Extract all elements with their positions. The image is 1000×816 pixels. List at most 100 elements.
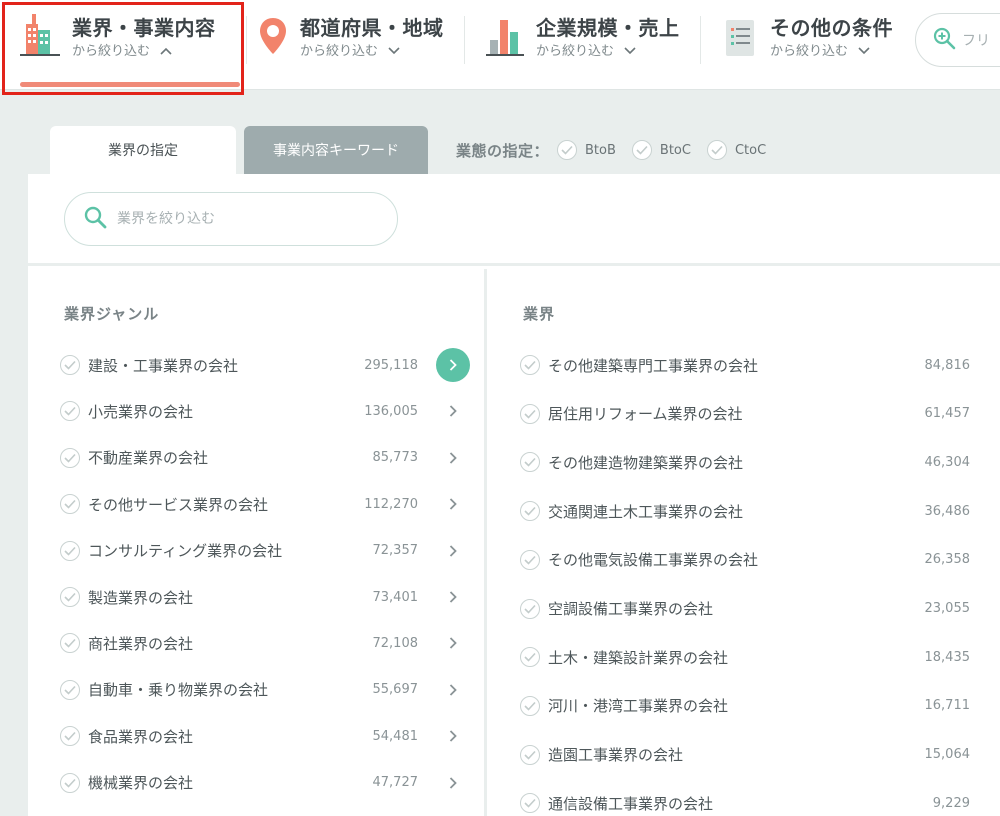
item-name: 河川・港湾工事業界の会社 xyxy=(548,697,729,716)
genre-list-item[interactable]: コンサルティング業界の会社 72,357 xyxy=(60,531,470,571)
genre-list-item[interactable]: 食品業界の会社 54,481 xyxy=(60,716,470,756)
check-icon[interactable] xyxy=(520,355,540,375)
check-icon[interactable] xyxy=(60,494,80,515)
industry-list-item[interactable]: 河川・港湾工事業界の会社 16,711 xyxy=(520,686,970,726)
filter-size-title: 企業規模・売上 xyxy=(536,16,680,40)
chevron-right-icon[interactable] xyxy=(436,626,470,660)
business-type-ctoc[interactable]: CtoC xyxy=(706,140,766,160)
check-icon[interactable] xyxy=(60,679,80,700)
genre-list-item[interactable]: 製造業界の会社 73,401 xyxy=(60,577,470,617)
check-icon[interactable] xyxy=(60,447,80,468)
map-pin-icon xyxy=(256,14,290,58)
industry-list-item[interactable]: その他建築専門工事業界の会社 84,816 xyxy=(520,345,970,385)
column-divider xyxy=(484,269,487,816)
genre-list-item[interactable]: 自動車・乗り物業界の会社 55,697 xyxy=(60,670,470,710)
item-name: 土木・建築設計業界の会社 xyxy=(548,648,729,667)
industry-list-item[interactable]: 通信設備工事業界の会社 9,229 xyxy=(520,783,970,816)
tab-keyword[interactable]: 事業内容キーワード xyxy=(244,126,428,174)
chevron-right-icon[interactable] xyxy=(436,580,470,614)
check-icon xyxy=(557,140,578,160)
chevron-right-icon[interactable] xyxy=(436,766,470,800)
check-icon[interactable] xyxy=(520,452,540,473)
industry-list-item[interactable]: 土木・建築設計業界の会社 18,435 xyxy=(520,637,970,677)
industry-list-item[interactable]: その他建造物建築業界の会社 46,304 xyxy=(520,442,970,482)
filter-size-tab[interactable]: 企業規模・売上 から絞り込む xyxy=(484,0,680,90)
tab-industry[interactable]: 業界の指定 xyxy=(50,126,236,174)
chevron-right-icon[interactable] xyxy=(436,719,470,753)
item-name: その他電気設備工事業界の会社 xyxy=(548,551,759,570)
chevron-right-icon[interactable] xyxy=(436,348,470,382)
check-icon[interactable] xyxy=(520,744,540,765)
item-name: 製造業界の会社 xyxy=(88,588,194,607)
item-name: 小売業界の会社 xyxy=(88,402,194,421)
item-count: 61,457 xyxy=(924,406,971,422)
check-icon xyxy=(706,140,727,160)
chevron-down-icon xyxy=(388,42,400,60)
check-icon[interactable] xyxy=(520,695,540,716)
search-icon xyxy=(83,205,107,233)
check-icon[interactable] xyxy=(60,633,80,654)
item-name: 空調設備工事業界の会社 xyxy=(548,600,714,618)
chevron-right-icon[interactable] xyxy=(436,394,470,428)
filter-other-title: その他の条件 xyxy=(770,16,893,40)
industry-list-item[interactable]: 造園工事業界の会社 15,064 xyxy=(520,735,970,775)
genre-list-item[interactable]: 機械業界の会社 47,727 xyxy=(60,763,470,803)
industry-list-item[interactable]: その他電気設備工事業界の会社 26,358 xyxy=(520,540,970,580)
chevron-right-icon[interactable] xyxy=(436,441,470,475)
building-icon xyxy=(18,14,62,58)
industry-search-box[interactable] xyxy=(64,192,398,246)
item-name: その他建築専門工事業界の会社 xyxy=(548,356,759,375)
check-icon[interactable] xyxy=(60,772,80,793)
industry-list-item[interactable]: 空調設備工事業界の会社 23,055 xyxy=(520,589,970,629)
check-icon[interactable] xyxy=(60,726,80,747)
item-name: 交通関連土木工事業界の会社 xyxy=(548,502,744,521)
check-icon[interactable] xyxy=(60,540,80,561)
free-search-input[interactable]: フリ xyxy=(915,13,1000,67)
zoom-in-icon xyxy=(932,26,956,54)
check-icon[interactable] xyxy=(520,793,540,814)
check-icon[interactable] xyxy=(60,401,80,422)
item-count: 55,697 xyxy=(372,682,419,698)
filter-industry-tab[interactable]: 業界・事業内容 から絞り込む xyxy=(18,0,216,90)
chevron-down-icon xyxy=(858,42,870,60)
check-icon[interactable] xyxy=(60,355,80,375)
item-name: 不動産業界の会社 xyxy=(88,449,209,468)
document-list-icon xyxy=(722,14,760,58)
divider xyxy=(464,16,465,64)
check-icon[interactable] xyxy=(520,403,540,424)
genre-list-item[interactable]: 不動産業界の会社 85,773 xyxy=(60,438,470,478)
free-search-placeholder: フリ xyxy=(962,33,990,49)
check-icon[interactable] xyxy=(520,598,540,619)
item-count: 136,005 xyxy=(364,403,418,419)
business-type-btoc[interactable]: BtoC xyxy=(631,140,691,160)
item-count: 46,304 xyxy=(924,454,971,470)
item-count: 72,357 xyxy=(372,543,419,559)
item-count: 36,486 xyxy=(924,503,971,519)
genre-list-item[interactable]: 建設・工事業界の会社 295,118 xyxy=(60,345,470,385)
check-icon[interactable] xyxy=(60,587,80,607)
filter-region-tab[interactable]: 都道府県・地域 から絞り込む xyxy=(256,0,444,90)
industry-list-item[interactable]: 交通関連土木工事業界の会社 36,486 xyxy=(520,491,970,531)
check-icon[interactable] xyxy=(520,647,540,668)
business-type-btob[interactable]: BtoB xyxy=(557,140,616,160)
genre-list-item[interactable]: 商社業界の会社 72,108 xyxy=(60,623,470,663)
chevron-right-icon[interactable] xyxy=(436,487,470,521)
industry-list-item[interactable]: 居住用リフォーム業界の会社 61,457 xyxy=(520,394,970,434)
genre-list-item[interactable]: 小売業界の会社 136,005 xyxy=(60,391,470,431)
chevron-right-icon[interactable] xyxy=(436,534,470,568)
item-count: 23,055 xyxy=(924,601,971,616)
industry-search-input[interactable] xyxy=(117,211,357,227)
chevron-right-icon[interactable] xyxy=(436,673,470,707)
item-count: 84,816 xyxy=(924,357,971,373)
business-type-btoc-label: BtoC xyxy=(659,142,691,158)
item-count: 47,727 xyxy=(372,775,419,791)
genre-list-item[interactable]: その他サービス業界の会社 112,270 xyxy=(60,484,470,524)
item-count: 112,270 xyxy=(364,496,418,512)
filter-other-tab[interactable]: その他の条件 から絞り込む xyxy=(722,0,893,90)
check-icon[interactable] xyxy=(520,501,540,522)
item-name: 商社業界の会社 xyxy=(88,634,194,653)
item-count: 16,711 xyxy=(924,698,971,714)
check-icon[interactable] xyxy=(520,549,540,570)
item-count: 15,064 xyxy=(924,747,971,763)
industry-panel: 業界ジャンル 建設・工事業界の会社 295,118 小売業界の会社 136,005 不動… xyxy=(28,174,1000,816)
